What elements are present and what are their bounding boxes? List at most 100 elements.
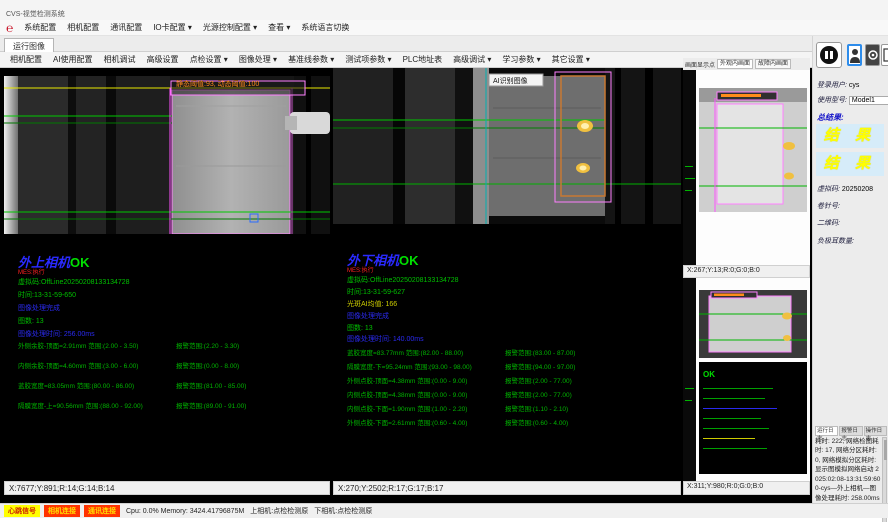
threshold-overlay: 静态阈值:93, 动态阈值:100 — [176, 79, 259, 89]
engineer-mode-button[interactable] — [865, 44, 880, 66]
tab-strip: 运行图像 — [0, 36, 888, 52]
result-box-upper: 结 果 — [816, 124, 884, 148]
model-row: 使用型号: Model1 — [817, 95, 887, 105]
pause-button[interactable] — [816, 42, 842, 68]
toolbar-item[interactable]: 学习参数 ▾ — [502, 54, 540, 65]
login-user-value: cys — [849, 82, 860, 89]
upper-camera-panel: 静态阈值:93, 动态阈值:100 外上相机OK MES:执行 虚拟码:OffL… — [4, 68, 330, 503]
user-icon — [850, 48, 860, 64]
lower-camera-image[interactable] — [333, 68, 681, 224]
status-badge: 通讯连接 — [84, 505, 120, 517]
measurement-row: 外侧点胶-顶面=4.38mm 范围:(0.00 - 9.00) 报警范围:(2.… — [333, 375, 681, 389]
ai-image-label: AI识别图像 — [493, 76, 528, 86]
virtual-code-label: 虚拟码: — [817, 186, 840, 193]
measurement-alarm-range: 报警范围:(83.00 - 87.00) — [505, 347, 575, 357]
window-title: CVS-视觉检测系统 — [6, 9, 65, 19]
menu-item[interactable]: 通讯配置 — [110, 22, 142, 33]
measurement-row: 蓝胶宽度=83.77mm 范围:(82.00 - 88.00) 报警范围:(83… — [333, 347, 681, 361]
measurement-value: 外侧点胶-下面=2.61mm 范围:(0.60 - 4.00) — [347, 417, 467, 427]
toolbar-item[interactable]: PLC地址表 — [403, 54, 443, 65]
tab-normal-view[interactable]: 外观内画面 — [717, 59, 753, 69]
toolbar-item[interactable]: 基准线参数 ▾ — [288, 54, 334, 65]
toolbar-item[interactable]: 相机调试 — [104, 54, 136, 65]
virtual-code-value: 20250208 — [842, 186, 873, 193]
menu-item[interactable]: 相机配置 — [67, 22, 99, 33]
tab-run-log[interactable]: 运行日志 — [815, 426, 838, 436]
measurement-alarm-range: 报警范围:(2.00 - 77.00) — [505, 375, 572, 385]
exit-button[interactable] — [881, 44, 888, 66]
thumb-view-header: 画面显示点 外观内画面 故障内画面 — [683, 58, 810, 70]
process-time-text: 图像处理时间: 140.00ms — [347, 334, 424, 344]
operator-mode-button[interactable] — [847, 44, 862, 66]
thumb2-side-strip — [683, 278, 696, 481]
upper-camera-status: 上相机:点检检测原 — [250, 506, 308, 516]
menu-item[interactable]: 系统配置 — [24, 22, 56, 33]
tab-alarm-log[interactable]: 报警日志 — [839, 426, 862, 436]
thumbnail-image-2[interactable] — [699, 290, 807, 358]
model-select[interactable]: Model1 — [849, 96, 888, 105]
model-label: 使用型号: — [817, 97, 847, 104]
sidebar-buttons — [815, 42, 887, 70]
measurement-alarm-range: 报警范围:(81.00 - 85.00) — [176, 380, 246, 390]
tab-operation-log[interactable]: 操作日志 — [864, 426, 887, 436]
menu-item[interactable]: 查看 ▾ — [268, 22, 290, 33]
measurement-row: 蓝胶宽度=83.05mm 范围:(80.00 - 86.00) 报警范围:(81… — [4, 380, 330, 400]
status-badge: 相机连接 — [44, 505, 80, 517]
measurement-row: 内侧点胶-下面=1.90mm 范围:(1.00 - 2.20) 报警范围:(1.… — [333, 403, 681, 417]
badge-group: 心跳信号相机连接通讯连接 — [4, 505, 120, 517]
pin-number-label: 卷针号: — [817, 201, 887, 211]
toolbar-item[interactable]: 高级设置 — [147, 54, 179, 65]
mes-status: MES:执行 — [18, 267, 45, 276]
toolbar-item[interactable]: 其它设置 ▾ — [552, 54, 590, 65]
toolbar-item[interactable]: 点检设置 ▾ — [190, 54, 228, 65]
cpu-memory-text: Cpu: 0.0% Memory: 3424.41796875M — [126, 508, 244, 515]
toolbar-item[interactable]: 相机配置 — [10, 54, 42, 65]
toolbar-item[interactable]: 测试项参数 ▾ — [345, 54, 391, 65]
measurement-value: 内侧余胶-顶面=4.60mm 范围:(3.00 - 6.00) — [18, 360, 138, 370]
measurement-alarm-range: 报警范围:(89.00 - 91.00) — [176, 400, 246, 410]
app-logo-icon: ℮ — [6, 23, 13, 33]
measurement-list: 外侧余胶-顶面=2.91mm 范围:(2.00 - 3.50) 报警范围:(2.… — [4, 340, 330, 420]
side-bar: 登录用户: cys 使用型号: Model1 总结果: 结 果 结 果 虚拟码:… — [812, 36, 888, 503]
barcode-text: 虚拟码:OffLine20250208133134728 — [18, 277, 130, 287]
title-bar: CVS-视觉检测系统 — [0, 0, 888, 20]
frame-count-text: 图数: 13 — [347, 323, 373, 333]
login-user-label: 登录用户: — [817, 82, 847, 89]
measurement-value: 蓝胶宽度=83.77mm 范围:(82.00 - 88.00) — [347, 347, 463, 357]
lower-camera-status: 下相机:点检检测原 — [314, 506, 372, 516]
thumb1-side-strip — [683, 70, 696, 265]
toolbar-item[interactable]: 高级调试 ▾ — [453, 54, 491, 65]
measurement-alarm-range: 报警范围:(1.10 - 2.10) — [505, 403, 568, 413]
log-tabs: 运行日志 报警日志 操作日志 — [815, 426, 887, 436]
result-ok-text: OK — [399, 253, 419, 268]
pause-icon — [820, 46, 838, 64]
app-window: CVS-视觉检测系统 ℮ 系统配置相机配置通讯配置IO卡配置 ▾光源控制配置 ▾… — [0, 0, 888, 522]
tab-run-image[interactable]: 运行图像 — [4, 38, 54, 52]
virtual-code-row: 虚拟码: 20250208 — [817, 184, 887, 194]
toolbar-item[interactable]: AI使用配置 — [53, 54, 93, 65]
measurement-value: 内侧点胶-顶面=4.38mm 范围:(0.00 - 9.00) — [347, 389, 467, 399]
barcode-text: 虚拟码:OffLine20250208133134728 — [347, 275, 459, 285]
menu-item[interactable]: 系统语言切换 — [301, 22, 349, 33]
total-result-label: 总结果: — [817, 112, 887, 123]
measurement-alarm-range: 报警范围:(0.60 - 4.00) — [505, 417, 568, 427]
menu-item[interactable]: IO卡配置 ▾ — [153, 22, 192, 33]
measurement-alarm-range: 报警范围:(0.00 - 8.00) — [176, 360, 239, 370]
measurement-alarm-range: 报警范围:(94.00 - 97.00) — [505, 361, 575, 371]
toolbar-item[interactable]: 图像处理 ▾ — [239, 54, 277, 65]
measurement-alarm-range: 报警范围:(2.00 - 77.00) — [505, 389, 572, 399]
thumb2-coordbar: X:311;Y:980;R:0;G:0;B:0 — [683, 481, 810, 495]
result-box-lower: 结 果 — [816, 152, 884, 176]
measurement-row: 内侧点胶-顶面=4.38mm 范围:(0.00 - 9.00) 报警范围:(2.… — [333, 389, 681, 403]
measurement-row: 外侧点胶-下面=2.61mm 范围:(0.60 - 4.00) 报警范围:(0.… — [333, 417, 681, 431]
thumbnail-image-1[interactable] — [699, 88, 807, 212]
time-text: 时间:13-31-59-650 — [18, 290, 76, 300]
thumbnail-panel-2[interactable]: OK — [683, 278, 810, 481]
gear-icon — [868, 47, 878, 63]
thumb2-ok-text: OK — [703, 370, 715, 379]
exit-door-icon — [883, 47, 888, 63]
menu-item[interactable]: 光源控制配置 ▾ — [203, 22, 257, 33]
tab-fault-view[interactable]: 故障内画面 — [755, 59, 791, 69]
thumbnail-panel-1[interactable] — [683, 70, 810, 265]
upper-camera-image[interactable] — [4, 76, 330, 234]
